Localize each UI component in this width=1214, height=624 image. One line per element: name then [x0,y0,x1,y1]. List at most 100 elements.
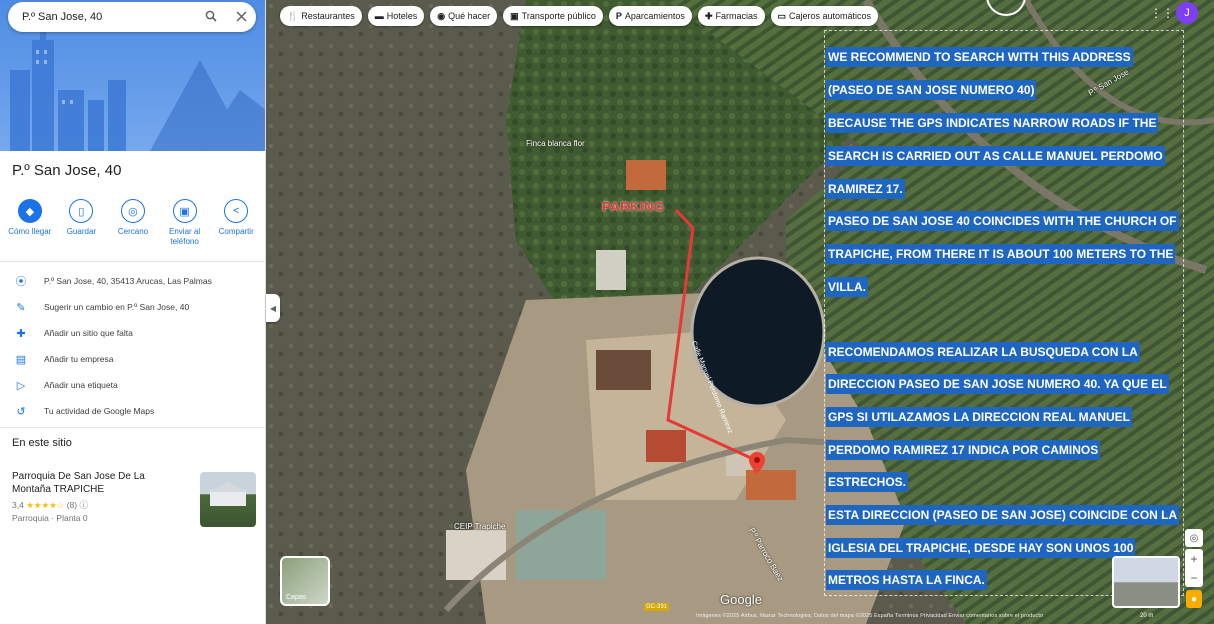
search-input[interactable]: P.º San Jose, 40 [8,11,196,23]
scale-bar[interactable]: 20 m [1140,613,1153,619]
restaurant-icon: 🍴 [287,10,299,21]
overlay-line: WE RECOMMEND TO SEARCH WITH THIS ADDRESS [826,47,1133,67]
add-place-text: Añadir un sitio que falta [44,328,133,338]
maps-activity-text: Tu actividad de Google Maps [44,406,155,416]
avatar[interactable]: J [1176,2,1198,24]
suggest-edit-row[interactable]: ✎ Sugerir un cambio en P.º San Jose, 40 [0,294,265,320]
map-attribution: Imágenes ©2025 Airbus, Maxar Technologie… [696,613,1044,619]
location-pin-marker-icon[interactable] [749,452,765,479]
chip-label: Farmacias [715,11,758,21]
star-rating-icon: ★★★★☆ [26,500,65,510]
my-location-icon[interactable]: ◎ [1185,529,1203,547]
hotel-icon: ▬ [374,11,384,21]
place-info-list: ⦿ P.º San Jose, 40, 35413 Arucas, Las Pa… [0,268,265,424]
maps-app: P.º San Jose, 40 P.º San Jose, 40 ◆ Cómo… [0,0,1214,624]
chip-atms[interactable]: ▭ Cajeros automáticos [770,6,879,26]
nearby-button[interactable]: ◎ Cercano [109,199,157,247]
chip-label: Cajeros automáticos [789,11,872,21]
chip-label: Aparcamientos [624,11,685,21]
review-count: (8) [66,500,78,510]
parking-annotation: PARKING [602,199,665,214]
edit-pencil-icon: ✎ [16,301,26,314]
layers-button[interactable]: Capas [280,556,330,606]
transit-icon: ▣ [510,10,519,21]
overlay-line: DIRECCION PASEO DE SAN JOSE NUMERO 40. Y… [826,374,1169,394]
street-view-thumbnail[interactable] [1112,556,1180,608]
history-icon: ↺ [16,405,26,418]
add-business-row[interactable]: ▤ Añadir tu empresa [0,346,265,372]
category-chips: 🍴 Restaurantes ▬ Hoteles ◉ Qué hacer ▣ Trans… [280,6,879,26]
overlay-line: VILLA. [826,277,868,297]
pharmacy-icon: ✚ [704,10,713,21]
overlay-line: PERDOMO RAMIREZ 17 INDICA POR CAMINOS [826,440,1101,460]
send-to-phone-icon: ▣ [172,199,197,223]
chip-label: Restaurantes [301,11,355,21]
chip-label: Qué hacer [448,11,491,21]
zoom-control: + − [1185,549,1203,587]
send-to-phone-button[interactable]: ▣ Enviar al teléfono [161,199,209,247]
chip-label: Hoteles [386,11,418,21]
location-pin-icon: ⦿ [15,276,27,288]
place-title: P.º San Jose, 40 [12,162,122,179]
add-place-row[interactable]: ✚ Añadir un sitio que falta [0,320,265,346]
search-box[interactable]: P.º San Jose, 40 [8,2,256,32]
place-card[interactable]: Parroquia De San Jose De La Montaña TRAP… [12,470,258,527]
layers-label: Capas [286,594,307,601]
nearby-label: Cercano [117,227,149,236]
overlay-line: PASEO DE SAN JOSE 40 COINCIDES WITH THE … [826,211,1179,231]
place-card-photo[interactable] [200,472,256,527]
save-label: Guardar [66,227,97,236]
overlay-line: SEARCH IS CARRIED OUT AS CALLE MANUEL PE… [826,146,1165,166]
place-panel: P.º San Jose, 40 P.º San Jose, 40 ◆ Cómo… [0,0,266,624]
add-place-icon: ✚ [16,327,26,340]
overlay-line: GPS SI UTILAZAMOS LA DIRECCION REAL MANU… [826,407,1133,427]
suggest-edit-text: Sugerir un cambio en P.º San Jose, 40 [44,302,190,312]
directions-button[interactable]: ◆ Cómo llegar [6,199,54,247]
chip-restaurants[interactable]: 🍴 Restaurantes [280,6,362,26]
send-to-phone-label: Enviar al teléfono [169,227,201,246]
add-label-text: Añadir una etiqueta [44,380,118,390]
close-icon[interactable] [226,9,256,25]
zoom-in-button[interactable]: + [1190,552,1197,566]
overlay-line: ESTRECHOS. [826,472,909,492]
add-business-icon: ▤ [15,353,27,366]
share-icon: < [224,199,249,223]
action-buttons: ◆ Cómo llegar ▯ Guardar ◎ Cercano ▣ Envi… [0,199,265,247]
label-icon: ▷ [16,379,26,392]
save-button[interactable]: ▯ Guardar [57,199,105,247]
camera-icon: ◉ [437,10,446,21]
overlay-line: TRAPICHE, FROM THERE IT IS ABOUT 100 MET… [826,244,1176,264]
overlay-line: BECAUSE THE GPS INDICATES NARROW ROADS I… [826,113,1159,133]
overlay-line: RAMIREZ 17. [826,179,905,199]
chip-things-to-do[interactable]: ◉ Qué hacer [430,6,498,26]
overlay-line: ESTA DIRECCION (PASEO DE SAN JOSE) COINC… [826,505,1180,525]
chip-hotels[interactable]: ▬ Hoteles [367,6,425,26]
maps-activity-row[interactable]: ↺ Tu actividad de Google Maps [0,398,265,424]
overlay-line: RECOMENDAMOS REALIZAR LA BUSQUEDA CON LA [826,342,1140,362]
google-logo: Google [720,592,762,607]
parking-icon: P [615,11,622,21]
chip-parking[interactable]: P Aparcamientos [608,6,692,26]
info-icon[interactable]: ⓘ [79,500,88,510]
zoom-out-button[interactable]: − [1190,571,1197,585]
chip-transit[interactable]: ▣ Transporte público [503,6,603,26]
share-button[interactable]: < Compartir [212,199,260,247]
add-business-text: Añadir tu empresa [44,354,114,364]
search-icon[interactable] [196,9,226,25]
address-row[interactable]: ⦿ P.º San Jose, 40, 35413 Arucas, Las Pa… [0,268,265,294]
collapse-panel-button[interactable]: ◀ [266,294,280,322]
nearby-icon: ◎ [120,199,145,223]
address-text: P.º San Jose, 40, 35413 Arucas, Las Palm… [44,276,212,286]
directions-label: Cómo llegar [8,227,52,236]
directions-icon: ◆ [17,199,42,223]
place-card-name[interactable]: Parroquia De San Jose De La Montaña TRAP… [12,470,182,496]
overlay-line: METROS HASTA LA FINCA. [826,570,987,590]
chip-pharmacies[interactable]: ✚ Farmacias [697,6,765,26]
poi-label-ceip[interactable]: CEIP Trapiche [454,522,505,531]
poi-label-finca[interactable]: Finca blanca flor [526,139,585,148]
add-label-row[interactable]: ▷ Añadir una etiqueta [0,372,265,398]
bookmark-icon: ▯ [69,199,94,223]
rating-value: 3,4 [12,500,24,510]
pegman-icon[interactable]: ● [1186,590,1202,608]
section-heading: En este sitio [12,437,72,449]
